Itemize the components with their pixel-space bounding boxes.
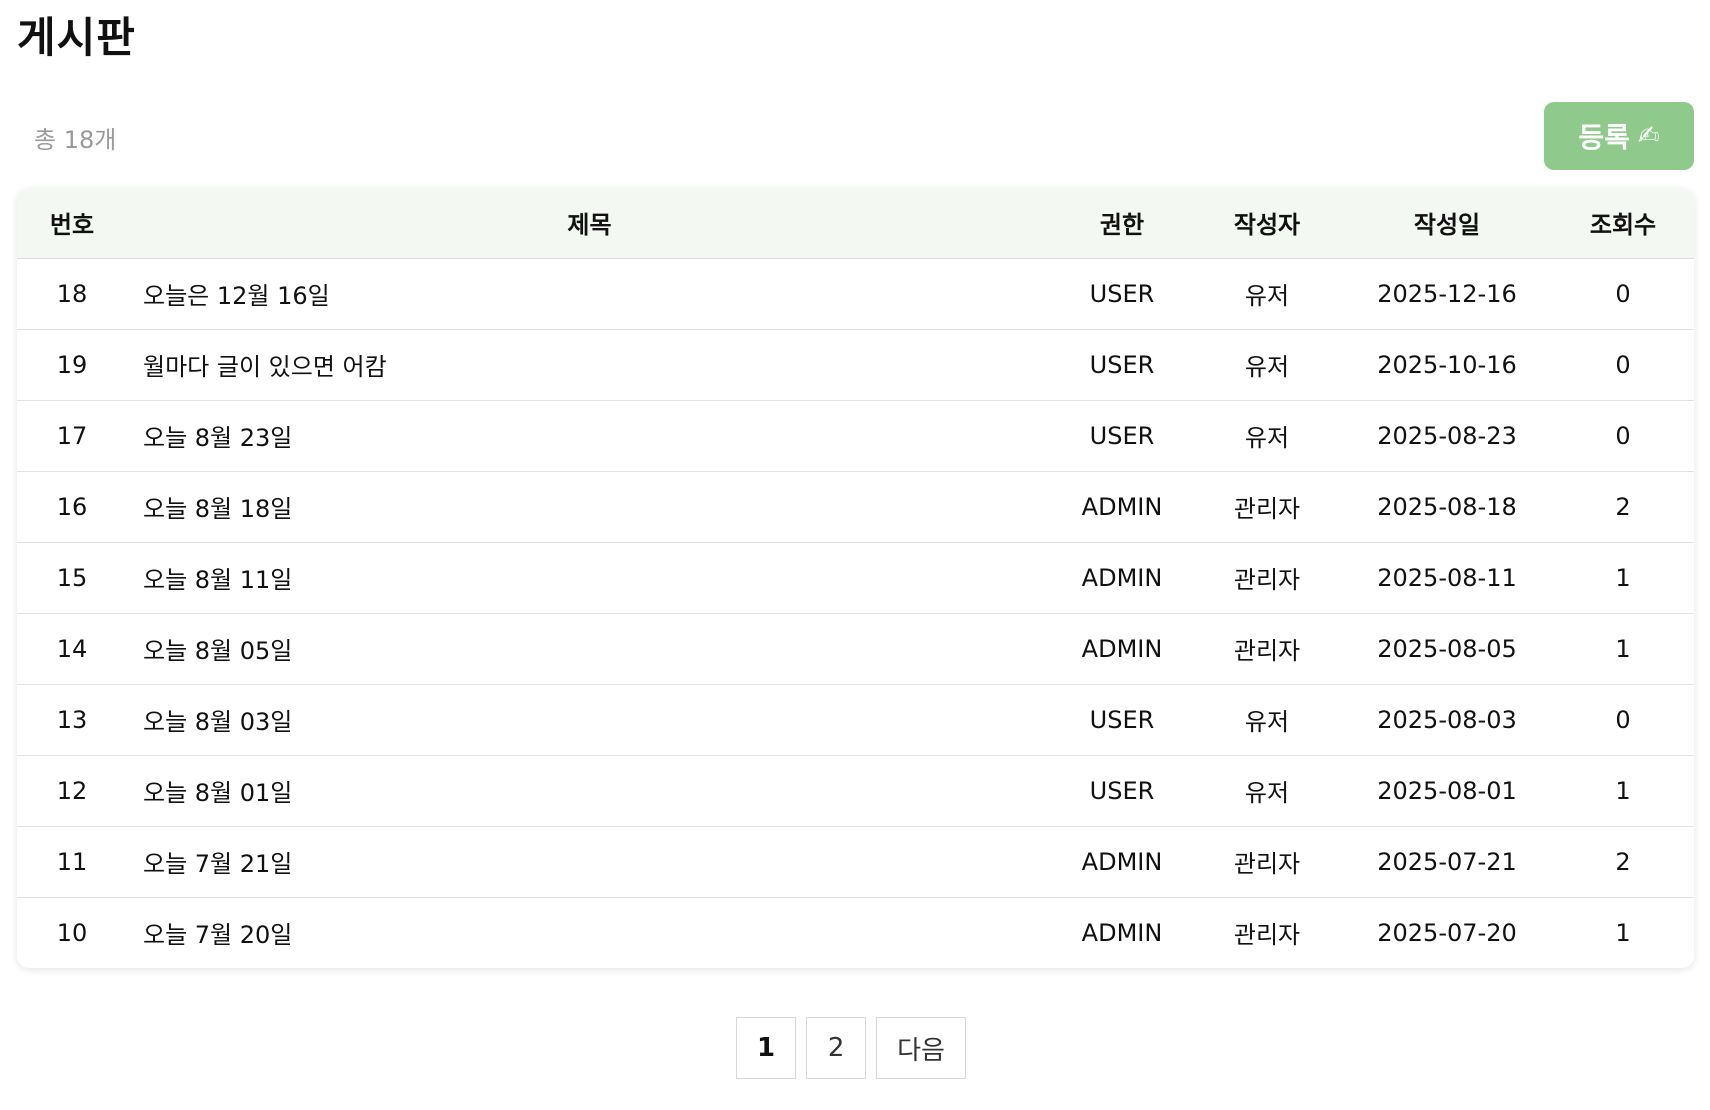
post-number: 16	[17, 470, 127, 542]
table-row[interactable]: 14 오늘 8월 05일 ADMIN 관리자 2025-08-05 1	[17, 612, 1694, 684]
board-table-container: 번호 제목 권한 작성자 작성일 조회수 18 오늘은 12월 16일 USER 유저…	[17, 188, 1694, 968]
table-row[interactable]: 17 오늘 8월 23일 USER 유저 2025-08-23 0	[17, 399, 1694, 471]
next-page-button[interactable]: 다음	[876, 1017, 966, 1079]
column-header-title: 제목	[127, 188, 1052, 259]
post-role: USER	[1052, 683, 1192, 755]
post-date: 2025-08-18	[1342, 470, 1552, 542]
post-views: 2	[1552, 825, 1694, 897]
table-row[interactable]: 13 오늘 8월 03일 USER 유저 2025-08-03 0	[17, 683, 1694, 755]
table-row[interactable]: 12 오늘 8월 01일 USER 유저 2025-08-01 1	[17, 754, 1694, 826]
post-number: 10	[17, 896, 127, 968]
post-title[interactable]: 오늘 8월 11일	[127, 541, 1052, 613]
post-title[interactable]: 오늘 8월 03일	[127, 683, 1052, 755]
post-date: 2025-07-21	[1342, 825, 1552, 897]
post-author: 유저	[1192, 328, 1342, 400]
post-number: 15	[17, 541, 127, 613]
post-author: 관리자	[1192, 825, 1342, 897]
post-date: 2025-08-03	[1342, 683, 1552, 755]
post-views: 1	[1552, 541, 1694, 613]
table-row[interactable]: 19 월마다 글이 있으면 어캄 USER 유저 2025-10-16 0	[17, 328, 1694, 400]
column-header-date: 작성일	[1342, 188, 1552, 259]
post-title[interactable]: 오늘 8월 18일	[127, 470, 1052, 542]
column-header-number: 번호	[17, 188, 127, 259]
page-button-2[interactable]: 2	[806, 1017, 867, 1079]
post-title[interactable]: 오늘 7월 21일	[127, 825, 1052, 897]
column-header-role: 권한	[1052, 188, 1192, 259]
post-role: ADMIN	[1052, 896, 1192, 968]
table-header-row: 번호 제목 권한 작성자 작성일 조회수	[17, 188, 1694, 259]
post-role: ADMIN	[1052, 470, 1192, 542]
post-views: 0	[1615, 279, 1631, 308]
register-button-label: 등록	[1578, 121, 1630, 154]
table-row[interactable]: 10 오늘 7월 20일 ADMIN 관리자 2025-07-20 1	[17, 896, 1694, 968]
table-row[interactable]: 18 오늘은 12월 16일 USER 유저 2025-12-16 0	[17, 258, 1694, 329]
post-number: 14	[17, 612, 127, 684]
post-number: 17	[17, 399, 127, 471]
post-author: 유저	[1192, 683, 1342, 755]
post-views: 1	[1552, 896, 1694, 968]
post-title[interactable]: 오늘 8월 23일	[127, 399, 1052, 471]
post-number: 12	[17, 754, 127, 826]
post-role: USER	[1089, 279, 1155, 308]
post-role: USER	[1052, 399, 1192, 471]
post-views: 1	[1552, 754, 1694, 826]
post-title[interactable]: 오늘 8월 05일	[127, 612, 1052, 684]
post-author: 유저	[1244, 282, 1290, 310]
post-number: 18	[56, 279, 88, 308]
post-date: 2025-08-11	[1342, 541, 1552, 613]
table-row[interactable]: 16 오늘 8월 18일 ADMIN 관리자 2025-08-18 2	[17, 470, 1694, 542]
board-toolbar: 총 18개 등록 ✍	[17, 102, 1694, 170]
post-views: 0	[1552, 683, 1694, 755]
writing-hand-icon: ✍	[1637, 121, 1660, 151]
column-header-author: 작성자	[1192, 188, 1342, 259]
post-role: USER	[1052, 754, 1192, 826]
post-views: 0	[1552, 399, 1694, 471]
table-body: 18 오늘은 12월 16일 USER 유저 2025-12-16 0 19 월마다 글이 있…	[17, 258, 1694, 968]
post-role: ADMIN	[1052, 541, 1192, 613]
post-date: 2025-08-23	[1342, 399, 1552, 471]
post-role: USER	[1052, 328, 1192, 400]
post-title[interactable]: 오늘 7월 20일	[127, 896, 1052, 968]
post-author: 관리자	[1192, 541, 1342, 613]
table-row[interactable]: 15 오늘 8월 11일 ADMIN 관리자 2025-08-11 1	[17, 541, 1694, 613]
post-role: ADMIN	[1052, 825, 1192, 897]
pagination: 1 2 다음	[736, 1017, 966, 1079]
post-author: 관리자	[1192, 470, 1342, 542]
page-title: 게시판	[17, 13, 136, 62]
post-title[interactable]: 오늘은 12월 16일	[127, 258, 1052, 329]
column-header-views: 조회수	[1552, 188, 1694, 259]
post-views: 0	[1552, 328, 1694, 400]
post-date: 2025-10-16	[1342, 328, 1552, 400]
post-title[interactable]: 월마다 글이 있으면 어캄	[127, 328, 1052, 400]
post-number: 19	[17, 328, 127, 400]
post-date: 2025-12-16	[1377, 279, 1517, 308]
post-role: ADMIN	[1052, 612, 1192, 684]
board-page: 게시판 총 18개 등록 ✍ 번호 제목 권한 작성자 작성일 조회수 18 오…	[0, 0, 1710, 1110]
post-views: 1	[1552, 612, 1694, 684]
post-author: 유저	[1192, 399, 1342, 471]
post-number: 13	[17, 683, 127, 755]
page-button-1[interactable]: 1	[736, 1017, 797, 1079]
post-author: 관리자	[1192, 612, 1342, 684]
board-table: 번호 제목 권한 작성자 작성일 조회수 18 오늘은 12월 16일 USER 유저…	[17, 188, 1694, 968]
post-views: 2	[1552, 470, 1694, 542]
post-author: 유저	[1192, 754, 1342, 826]
register-button[interactable]: 등록 ✍	[1544, 102, 1694, 170]
total-count: 총 18개	[34, 126, 117, 154]
post-title[interactable]: 오늘 8월 01일	[127, 754, 1052, 826]
post-date: 2025-08-05	[1342, 612, 1552, 684]
post-author: 관리자	[1192, 896, 1342, 968]
post-date: 2025-08-01	[1342, 754, 1552, 826]
table-row[interactable]: 11 오늘 7월 21일 ADMIN 관리자 2025-07-21 2	[17, 825, 1694, 897]
post-date: 2025-07-20	[1342, 896, 1552, 968]
post-number: 11	[17, 825, 127, 897]
